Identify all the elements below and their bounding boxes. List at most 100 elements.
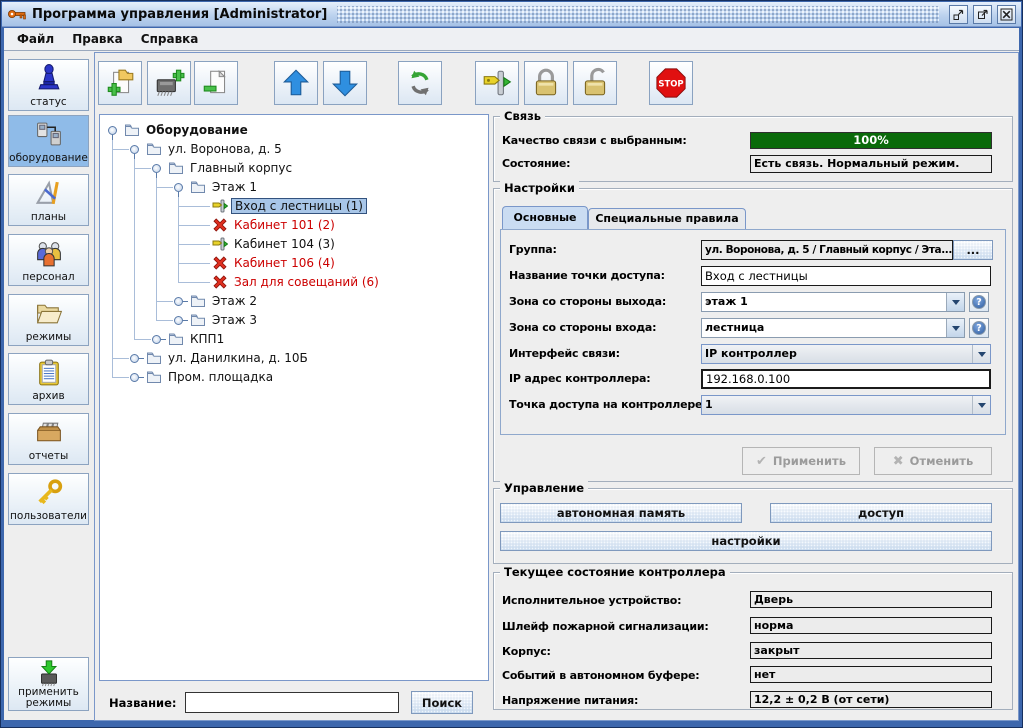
tree-handle-collapsed[interactable]	[152, 335, 166, 344]
move-down-icon	[331, 70, 359, 97]
sidebar-item-label: персонал	[22, 271, 75, 283]
tree-node-site-voronova[interactable]: ул. Воронова, д. 5	[100, 140, 488, 159]
ip-address-input[interactable]	[701, 369, 991, 389]
menu-file[interactable]: Файл	[8, 29, 63, 49]
sidebar-item-equipment[interactable]: оборудование	[8, 115, 89, 167]
refresh-button[interactable]	[398, 61, 442, 105]
tree-handle-collapsed[interactable]	[174, 297, 188, 306]
tree-handle-expanded[interactable]	[130, 145, 139, 159]
titlebar[interactable]: Программа управления [Administrator]	[2, 2, 1021, 27]
tree-node-checkpoint-1[interactable]: КПП1	[100, 330, 488, 349]
close-icon	[1000, 8, 1013, 20]
tree-node-site-danilkina[interactable]: ул. Данилкина, д. 10Б	[100, 349, 488, 368]
menu-help[interactable]: Справка	[132, 29, 208, 49]
zone-exit-help-button[interactable]	[969, 292, 989, 312]
unlock-button[interactable]	[573, 61, 617, 105]
close-button[interactable]	[997, 4, 1016, 24]
sidebar-item-status[interactable]: статус	[8, 59, 89, 111]
add-controller-icon	[156, 69, 185, 96]
tree-handle-collapsed[interactable]	[174, 316, 188, 325]
zone-entry-combobox[interactable]: лестница	[701, 318, 965, 338]
tree-handle-collapsed[interactable]	[130, 354, 144, 363]
maximize-button[interactable]	[973, 4, 992, 24]
sidebar-item-personnel[interactable]: персонал	[8, 234, 89, 286]
add-item-icon	[107, 69, 134, 96]
search-input[interactable]	[185, 692, 399, 713]
quality-label: Качество связи с выбранным:	[502, 134, 687, 147]
autonomous-memory-button[interactable]: автономная память	[500, 503, 742, 523]
minimize-button[interactable]	[949, 4, 968, 24]
sidebar-item-archive[interactable]: архив	[8, 353, 89, 405]
tree-handle-expanded[interactable]	[152, 164, 161, 178]
case-label: Корпус:	[502, 645, 551, 658]
move-up-button[interactable]	[274, 61, 318, 105]
actuator-label: Исполнительное устройство:	[502, 594, 682, 607]
tree-handle-collapsed[interactable]	[130, 373, 144, 382]
management-group-title: Управление	[500, 481, 589, 495]
cross-icon: ✖	[892, 453, 904, 469]
remove-item-button[interactable]	[194, 61, 238, 105]
window-title: Программа управления [Administrator]	[32, 6, 328, 22]
sidebar-item-modes[interactable]: режимы	[8, 294, 89, 346]
tree-handle-expanded[interactable]	[108, 126, 117, 140]
tree-node-equipment-root[interactable]: Оборудование	[100, 121, 488, 140]
lock-icon	[535, 68, 557, 96]
interface-combobox[interactable]: IP контроллер	[701, 344, 991, 364]
add-controller-button[interactable]	[147, 61, 191, 105]
search-label: Название:	[109, 696, 177, 710]
tree-node-floor-3[interactable]: Этаж 3	[100, 311, 488, 330]
chevron-down-icon[interactable]	[946, 293, 964, 311]
group-browse-button[interactable]: ...	[953, 240, 993, 260]
zone-exit-combobox[interactable]: этаж 1	[701, 292, 965, 312]
controller-point-combobox[interactable]: 1	[701, 395, 991, 415]
tree-node-room-106[interactable]: Кабинет 106 (4)	[100, 254, 488, 273]
interface-label: Интерфейс связи:	[509, 347, 620, 360]
tree-handle-expanded[interactable]	[174, 183, 183, 197]
tree-node-room-101[interactable]: Кабинет 101 (2)	[100, 216, 488, 235]
search-button[interactable]: Поиск	[411, 691, 473, 714]
maximize-icon	[978, 9, 988, 19]
controller-state-group: Текущее состояние контроллера Исполнител…	[493, 565, 1013, 710]
tree-node-main-building[interactable]: Главный корпус	[100, 159, 488, 178]
refresh-icon	[411, 70, 429, 96]
tree-node-stairs-entrance[interactable]: Вход с лестницы (1)	[100, 197, 488, 216]
tree-node-industrial-site[interactable]: Пром. площадка	[100, 368, 488, 387]
move-down-button[interactable]	[323, 61, 367, 105]
add-item-button[interactable]	[98, 61, 142, 105]
zone-entry-help-button[interactable]	[969, 318, 989, 338]
settings-group-title: Настройки	[500, 181, 579, 195]
settings-button[interactable]: настройки	[500, 531, 992, 551]
folder-icon	[125, 124, 139, 136]
folder-icon	[191, 314, 205, 326]
cancel-button[interactable]: ✖ Отменить	[874, 447, 992, 475]
controller-point-label: Точка доступа на контроллере:	[509, 398, 707, 411]
chevron-down-icon[interactable]	[972, 396, 990, 414]
access-point-icon	[212, 199, 228, 213]
connection-state-value: Есть связь. Нормальный режим.	[750, 155, 992, 173]
tree-node-floor-2[interactable]: Этаж 2	[100, 292, 488, 311]
apply-modes-button[interactable]: применить режимы	[8, 657, 89, 711]
sidebar-item-users[interactable]: пользователи	[8, 473, 89, 525]
apply-button[interactable]: ✔ Применить	[742, 447, 860, 475]
folder-icon	[147, 143, 161, 155]
buffer-events-label: Событий в автономном буфере:	[502, 669, 700, 682]
folder-icon	[169, 162, 183, 174]
tab-special-rules[interactable]: Специальные правила	[588, 208, 746, 229]
menu-edit[interactable]: Правка	[63, 29, 132, 49]
svg-text:STOP: STOP	[658, 78, 683, 88]
tree-node-meeting-hall[interactable]: Зал для совещаний (6)	[100, 273, 488, 292]
stop-button[interactable]: STOP	[649, 61, 693, 105]
tree-node-room-104[interactable]: Кабинет 104 (3)	[100, 235, 488, 254]
tree-node-floor-1[interactable]: Этаж 1	[100, 178, 488, 197]
controller-state-group-title: Текущее состояние контроллера	[500, 565, 730, 579]
access-button[interactable]: доступ	[770, 503, 992, 523]
sidebar-item-reports[interactable]: отчеты	[8, 413, 89, 465]
tab-main[interactable]: Основные	[502, 206, 588, 229]
chevron-down-icon[interactable]	[946, 319, 964, 337]
sidebar-item-plans[interactable]: планы	[8, 174, 89, 226]
stop-icon: STOP	[656, 68, 686, 98]
access-point-button[interactable]	[475, 61, 519, 105]
access-point-name-input[interactable]	[701, 266, 991, 286]
lock-button[interactable]	[524, 61, 568, 105]
chevron-down-icon[interactable]	[972, 345, 990, 363]
